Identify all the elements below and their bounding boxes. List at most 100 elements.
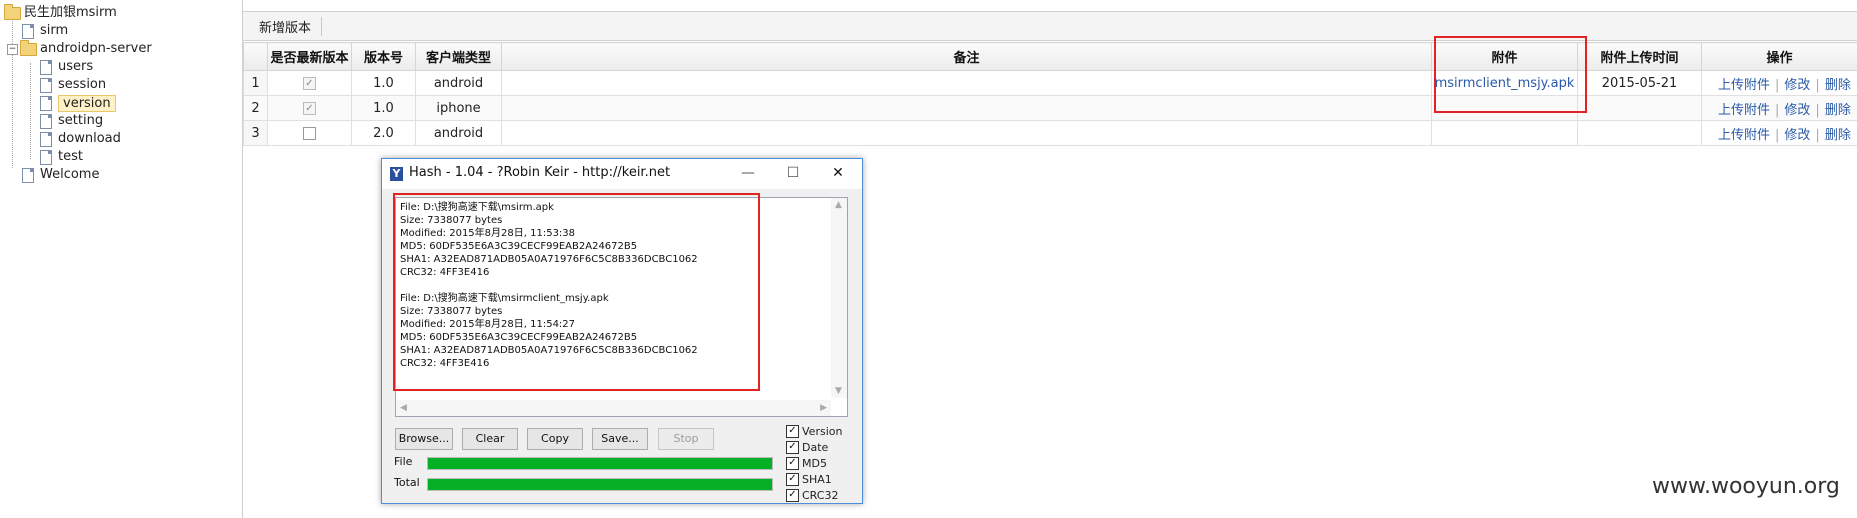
scroll-right-icon[interactable]: ▶ [820, 403, 827, 413]
option-sha1[interactable]: ✓ SHA1 [786, 471, 832, 487]
tree-item-label: session [58, 77, 107, 92]
attachment-cell: msirmclient_msjy.apk [1431, 70, 1578, 96]
option-label: CRC32 [802, 488, 839, 502]
window-titlebar[interactable]: Y Hash - 1.04 - ?Robin Keir - http://kei… [382, 159, 862, 189]
option-date[interactable]: ✓ Date [786, 439, 828, 455]
table-row[interactable]: 3 2.0 android 上传附件 | 修改 | 删除 [243, 120, 1857, 146]
client-cell: android [415, 120, 502, 146]
actions-cell: 上传附件 | 修改 | 删除 [1701, 120, 1857, 146]
hash-output-line: Modified: 2015年8月28日, 11:54:27 [400, 319, 576, 330]
tree-group-label: androidpn-server [40, 41, 152, 56]
document-icon [40, 113, 52, 129]
tree-item-test[interactable]: test [40, 148, 83, 166]
header-latest[interactable]: 是否最新版本 [267, 42, 352, 71]
tree-item-session[interactable]: session [40, 76, 106, 94]
save-button[interactable]: Save... [592, 428, 648, 450]
option-crc32[interactable]: ✓ CRC32 [786, 487, 838, 503]
upload-time-cell: 2015-05-21 [1577, 70, 1702, 96]
delete-link[interactable]: 删除 [1825, 78, 1851, 93]
hash-window: Y Hash - 1.04 - ?Robin Keir - http://kei… [381, 158, 863, 504]
hash-output-line: File: D:\搜狗高速下载\msirmclient_msjy.apk [400, 293, 609, 304]
minimize-icon[interactable]: — [732, 163, 764, 183]
folder-icon [20, 39, 37, 56]
delete-link[interactable]: 删除 [1825, 103, 1851, 118]
note-cell [501, 120, 1432, 146]
option-label: Version [802, 424, 843, 438]
scroll-down-icon[interactable]: ▼ [835, 386, 842, 396]
header-upload-time[interactable]: 附件上传时间 [1577, 42, 1702, 71]
edit-link[interactable]: 修改 [1784, 128, 1810, 143]
option-label: SHA1 [802, 472, 832, 486]
tree-item-setting[interactable]: setting [40, 112, 103, 130]
option-md5[interactable]: ✓ MD5 [786, 455, 827, 471]
hash-output-line: MD5: 60DF535E6A3C39CECF99EAB2A24672B5 [400, 241, 638, 252]
attachment-link[interactable]: msirmclient_msjy.apk [1435, 76, 1575, 91]
checkbox-checked-icon[interactable]: ✓ [786, 472, 799, 486]
latest-cell: ✓ [267, 95, 352, 121]
client-cell: android [415, 70, 502, 96]
tree-item-label: users [58, 59, 94, 74]
tree-item-sirm[interactable]: sirm [22, 22, 68, 40]
checkbox-checked-icon[interactable]: ✓ [786, 440, 799, 454]
vertical-scrollbar[interactable]: ▲ ▼ [831, 198, 847, 398]
document-icon [22, 23, 34, 39]
upload-attachment-link[interactable]: 上传附件 [1718, 128, 1770, 143]
tree-item-version[interactable]: version [40, 94, 116, 112]
edit-link[interactable]: 修改 [1784, 78, 1810, 93]
add-version-button[interactable]: 新增版本 [259, 17, 323, 36]
header-attachment[interactable]: 附件 [1431, 42, 1578, 71]
upload-attachment-link[interactable]: 上传附件 [1718, 103, 1770, 118]
tree-item-users[interactable]: users [40, 58, 93, 76]
table-header-row: 是否最新版本 版本号 客户端类型 备注 附件 附件上传时间 操作 [243, 42, 1857, 71]
tree-item-welcome[interactable]: Welcome [22, 166, 99, 184]
maximize-icon[interactable]: ☐ [777, 163, 809, 183]
clear-button[interactable]: Clear [462, 428, 518, 450]
horizontal-scrollbar[interactable]: ◀ ▶ [396, 400, 831, 416]
latest-cell: ✓ [267, 70, 352, 96]
close-icon[interactable]: ✕ [822, 163, 854, 183]
separator: | [1815, 102, 1820, 118]
latest-checkbox: ✓ [303, 76, 316, 90]
table-row[interactable]: 1 ✓ 1.0 android msirmclient_msjy.apk 201… [243, 70, 1857, 96]
collapse-icon[interactable]: − [7, 43, 18, 55]
scroll-left-icon[interactable]: ◀ [400, 403, 407, 413]
delete-link[interactable]: 删除 [1825, 128, 1851, 143]
browse-button[interactable]: Browse... [395, 428, 453, 450]
row-number: 3 [243, 120, 268, 146]
tree-item-label: download [58, 131, 121, 146]
tree-root[interactable]: 民生加银msirm [4, 3, 117, 22]
document-icon [40, 149, 52, 165]
header-version[interactable]: 版本号 [351, 42, 416, 71]
tree-item-download[interactable]: download [40, 130, 121, 148]
header-actions[interactable]: 操作 [1701, 42, 1857, 71]
version-table: 是否最新版本 版本号 客户端类型 备注 附件 附件上传时间 操作 1 ✓ 1.0… [243, 42, 1857, 146]
header-client-type[interactable]: 客户端类型 [415, 42, 502, 71]
note-cell [501, 70, 1432, 96]
actions-cell: 上传附件 | 修改 | 删除 [1701, 95, 1857, 121]
table-row[interactable]: 2 ✓ 1.0 iphone 上传附件 | 修改 | 删除 [243, 95, 1857, 121]
header-note[interactable]: 备注 [501, 42, 1432, 71]
stop-button[interactable]: Stop [658, 428, 714, 450]
tree-group-androidpn-server[interactable]: − androidpn-server [7, 39, 152, 58]
checkbox-checked-icon[interactable]: ✓ [786, 456, 799, 470]
document-icon [40, 77, 52, 93]
tree-guide-line [30, 63, 31, 159]
hash-output-textarea[interactable]: File: D:\搜狗高速下载\msirm.apk Size: 7338077 b… [395, 197, 848, 417]
copy-button[interactable]: Copy [527, 428, 583, 450]
client-cell: iphone [415, 95, 502, 121]
checkbox-checked-icon[interactable]: ✓ [786, 488, 799, 502]
hash-output-line: Modified: 2015年8月28日, 11:53:38 [400, 228, 576, 239]
edit-link[interactable]: 修改 [1784, 103, 1810, 118]
scroll-up-icon[interactable]: ▲ [835, 200, 842, 210]
latest-checkbox[interactable] [303, 126, 316, 140]
hash-output-line: SHA1: A32EAD871ADB05A0A71976F6C5C8B336DC… [400, 345, 698, 356]
upload-attachment-link[interactable]: 上传附件 [1718, 78, 1770, 93]
hash-output-line: MD5: 60DF535E6A3C39CECF99EAB2A24672B5 [400, 332, 638, 343]
checkbox-checked-icon[interactable]: ✓ [786, 424, 799, 438]
latest-cell [267, 120, 352, 146]
hash-output-line: Size: 7338077 bytes [400, 215, 503, 226]
upload-time-cell [1577, 120, 1702, 146]
file-progress-fill [428, 458, 772, 469]
option-version[interactable]: ✓ Version [786, 423, 842, 439]
row-number: 1 [243, 70, 268, 96]
